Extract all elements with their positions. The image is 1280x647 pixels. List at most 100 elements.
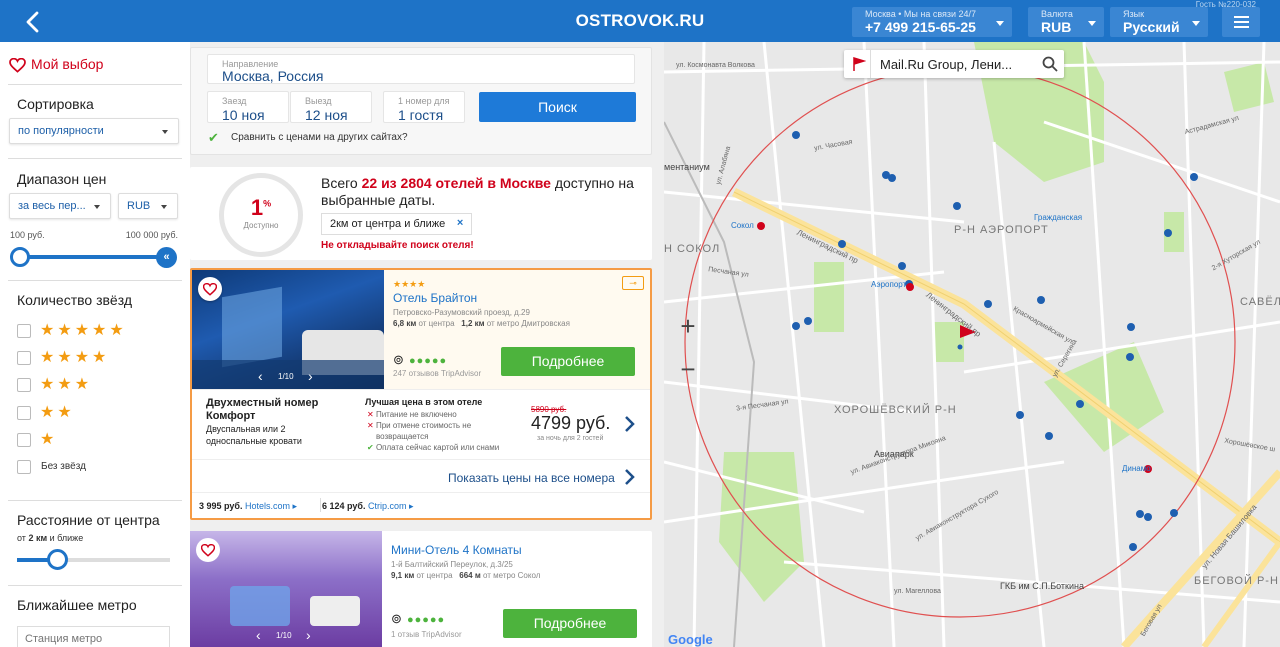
divider	[870, 50, 871, 78]
comparison-1[interactable]: 3 995 руб. Hotels.com ▸	[199, 501, 297, 512]
top-bar: OSTROVOK.RU Москва • Мы на связи 24/7 +7…	[0, 0, 1280, 42]
language-selector[interactable]: Язык Русский	[1110, 7, 1208, 37]
language-label: Язык	[1123, 9, 1145, 19]
park-area	[934, 322, 964, 362]
currency-selector[interactable]: Валюта RUB	[1028, 7, 1104, 37]
remove-filter-icon[interactable]: ×	[457, 217, 463, 229]
photo-next-icon[interactable]: ›	[306, 627, 311, 643]
comparison-2[interactable]: 6 124 руб. Ctrip.com ▸	[322, 501, 414, 512]
sort-select[interactable]: по популярности	[9, 118, 179, 144]
distance-value: 2 км	[28, 533, 48, 543]
dist-metro: 664 м	[459, 571, 481, 580]
metro-title: Ближайшее метро	[17, 597, 137, 613]
chevron-down-icon	[162, 130, 168, 134]
map-search-box[interactable]: Mail.Ru Group, Лени...	[844, 50, 1064, 78]
distance-slider-handle[interactable]	[47, 549, 68, 570]
divider	[8, 158, 182, 159]
guests-field[interactable]: 1 номер для 1 гостя	[383, 91, 465, 123]
dist-metro-label: от метро Дмитровская	[486, 319, 570, 328]
location-dot	[957, 344, 963, 350]
dist-center: 9,1 км	[391, 571, 415, 580]
stars-1-icon: ★	[40, 431, 58, 448]
price-period-value: за весь пер...	[18, 200, 86, 212]
dist-center: 6,8 км	[393, 319, 417, 328]
hotel-photo[interactable]: ‹ 1/10 ›	[190, 531, 382, 647]
price-period-select[interactable]: за весь пер...	[9, 193, 111, 219]
stars-1-checkbox[interactable]	[17, 433, 31, 447]
availability-percent-sign: %	[263, 198, 272, 209]
comp-1-price: 3 995 руб.	[199, 501, 243, 511]
stars-4-checkbox[interactable]	[17, 351, 31, 365]
chevron-right-icon[interactable]	[624, 415, 636, 433]
price-slider-max-handle[interactable]: «	[156, 247, 177, 268]
room-beds: Двуспальная или 2 односпальные кровати	[206, 424, 302, 446]
check-icon: ✔	[367, 443, 376, 452]
hotel-photo[interactable]: ‹ 1/10 ›	[192, 270, 384, 389]
no-stars-checkbox[interactable]	[17, 460, 31, 474]
back-arrow-icon[interactable]	[22, 10, 46, 34]
search-icon[interactable]	[1042, 56, 1058, 72]
hotel-name[interactable]: Отель Брайтон	[393, 291, 477, 305]
language-value: Русский	[1123, 19, 1180, 35]
divider	[8, 84, 182, 85]
map[interactable]: Р-Н АЭРОПОРТ ХОРОШЁВСКИЙ Р-Н БЕГОВОЙ Р-Н…	[664, 42, 1280, 647]
dist-center-label: от центра	[418, 319, 455, 328]
checkout-value: 12 ноя	[305, 107, 348, 123]
dist-metro-label: от метро Сокол	[483, 571, 541, 580]
best-price-title: Лучшая цена в этом отеле	[365, 397, 483, 407]
hotel-card[interactable]: ‹ 1/10 › Мини-Отель 4 Комнаты 1-й Балтий…	[190, 531, 652, 647]
favorite-button[interactable]	[196, 538, 220, 562]
hamburger-icon-line	[1234, 26, 1249, 28]
photo-counter: 1/10	[278, 372, 294, 381]
hotel-photo-building	[222, 286, 282, 368]
zoom-out-button[interactable]: −	[672, 354, 704, 386]
results-column: Направление Москва, Россия Заезд 10 ноя …	[190, 42, 664, 647]
zoom-in-button[interactable]: +	[672, 311, 704, 343]
photo-prev-icon[interactable]: ‹	[258, 368, 263, 384]
price-note: за ночь для 2 гостей	[537, 435, 604, 442]
rooms-value: 1 гостя	[398, 107, 444, 123]
stars-2-checkbox[interactable]	[17, 406, 31, 420]
room-name: Двухместный номер Комфорт	[206, 397, 319, 422]
chevron-down-icon	[161, 205, 167, 209]
review-count[interactable]: 247 отзывов TripAdvisor	[393, 369, 481, 378]
direction-field[interactable]: Направление Москва, Россия	[207, 54, 635, 84]
hotel-name[interactable]: Мини-Отель 4 Комнаты	[391, 543, 522, 557]
all-rooms-link[interactable]: Показать цены на все номера	[448, 471, 615, 485]
stars-3-checkbox[interactable]	[17, 378, 31, 392]
filter-chip[interactable]: 2км от центра и ближе ×	[321, 213, 473, 235]
chevron-right-icon[interactable]	[624, 468, 636, 486]
cross-icon: ✕	[367, 421, 376, 430]
details-button[interactable]: Подробнее	[503, 609, 637, 638]
price: 4799 руб.	[531, 413, 611, 433]
map-search-input[interactable]: Mail.Ru Group, Лени...	[880, 57, 1012, 72]
dist-center-label: от центра	[416, 571, 453, 580]
checkout-field[interactable]: Выезд 12 ноя	[290, 91, 372, 123]
compare-checkbox[interactable]: ✔	[208, 131, 222, 145]
details-button[interactable]: Подробнее	[501, 347, 635, 376]
map-label-street: ул. Магеллова	[894, 588, 941, 595]
map-label-street: ул. Космонавта Волкова	[676, 62, 755, 69]
favorite-button[interactable]	[198, 277, 222, 301]
availability-text: Всего 22 из 2804 отелей в Москве доступн…	[321, 175, 641, 209]
photo-next-icon[interactable]: ›	[308, 368, 313, 384]
distance-caption: от 2 км и ближе	[17, 533, 83, 543]
availability-warning: Не откладывайте поиск отеля!	[321, 240, 474, 251]
divider	[192, 389, 650, 390]
comp-2-price: 6 124 руб.	[322, 501, 366, 511]
chevron-down-icon	[1088, 21, 1096, 26]
hotel-card[interactable]: ‹ 1/10 › ★★★★ Отель Брайтон Петровско-Ра…	[190, 268, 652, 520]
price-slider-min-handle[interactable]	[10, 247, 30, 267]
metro-input[interactable]	[17, 626, 170, 647]
stars-2-icon: ★★	[40, 404, 75, 421]
price-currency-select[interactable]: RUB	[118, 193, 178, 219]
menu-button[interactable]	[1222, 7, 1260, 37]
price-comparison: 3 995 руб. Hotels.com ▸ 6 124 руб. Ctrip…	[192, 492, 650, 518]
stars-5-checkbox[interactable]	[17, 324, 31, 338]
phone-selector[interactable]: Москва • Мы на связи 24/7 +7 499 215-65-…	[852, 7, 1012, 37]
sort-value: по популярности	[18, 125, 104, 137]
search-button[interactable]: Поиск	[479, 92, 636, 122]
checkin-field[interactable]: Заезд 10 ноя	[207, 91, 289, 123]
review-count[interactable]: 1 отзыв TripAdvisor	[391, 630, 462, 639]
photo-prev-icon[interactable]: ‹	[256, 627, 261, 643]
